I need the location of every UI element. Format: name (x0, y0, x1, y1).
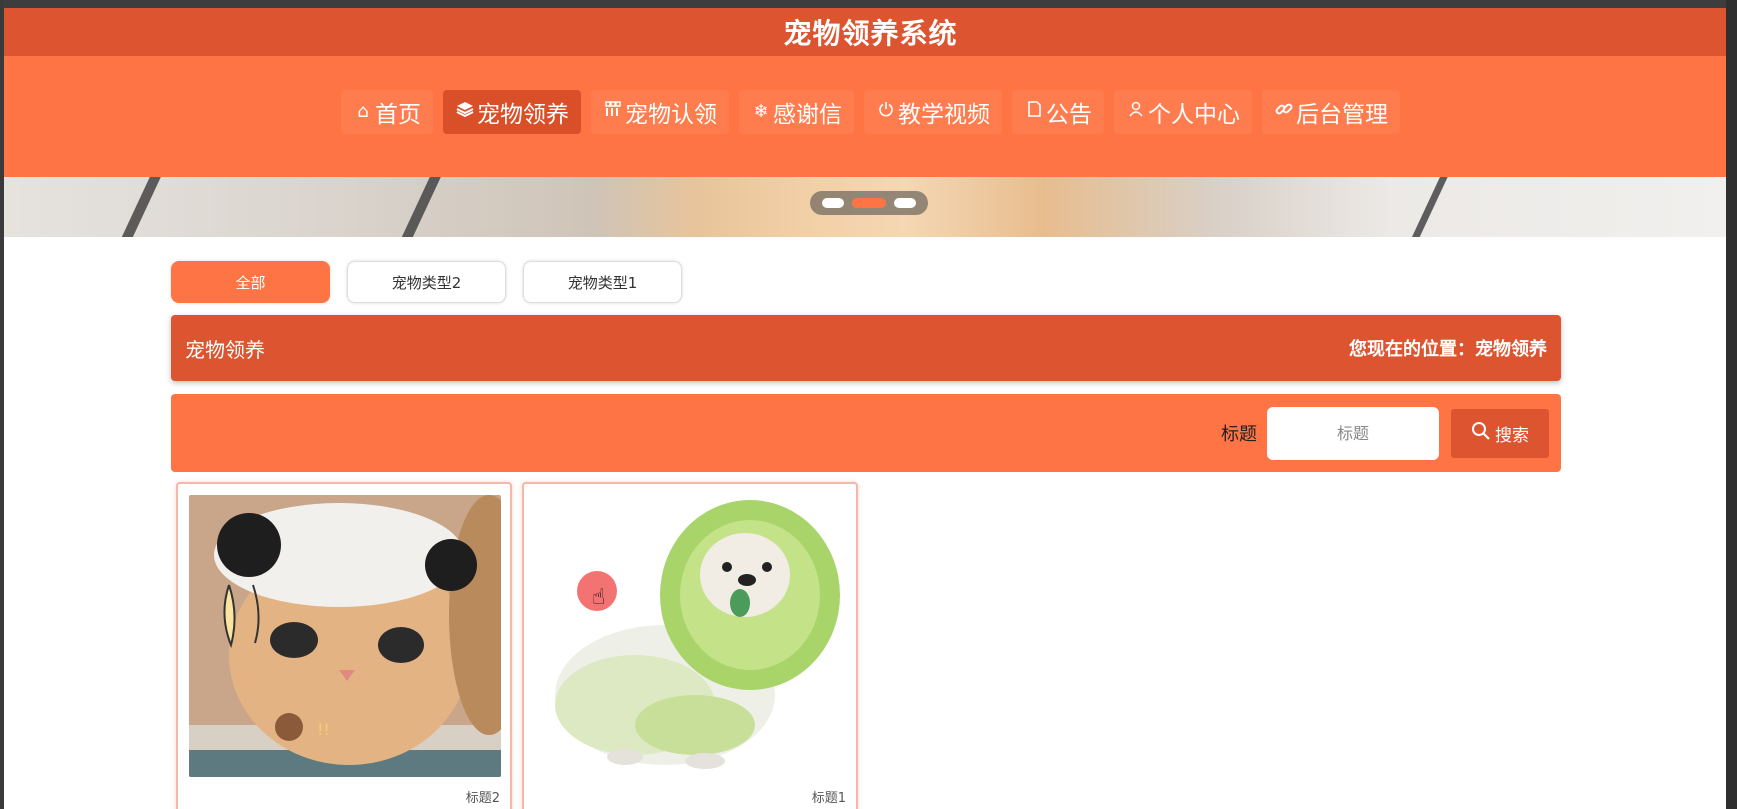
banner-stripe (391, 177, 447, 237)
svg-text:!!: !! (317, 720, 330, 739)
nav-item-pet-claim[interactable]: 宠物认领 (591, 89, 729, 134)
nav-item-pet-adoption[interactable]: 宠物领养 (443, 89, 581, 134)
filter-all[interactable]: 全部 (171, 261, 330, 303)
site-header: 宠物领养系统 (4, 8, 1737, 56)
banner-stripe (1401, 177, 1454, 237)
carousel-indicators (810, 191, 928, 215)
pet-card-list: !! 标题2 标题1 (176, 482, 858, 809)
breadcrumb: 宠物领养 您现在的位置：宠物领养 (171, 315, 1561, 381)
current-location: 您现在的位置：宠物领养 (1349, 339, 1547, 360)
pet-card[interactable]: !! 标题2 (176, 482, 512, 809)
pet-image-cat: !! (189, 495, 501, 777)
window-top-strip (0, 0, 1737, 8)
nav-item-label: 宠物认领 (625, 101, 717, 128)
pet-card-title: 标题1 (811, 791, 846, 806)
nav-item-home[interactable]: ⌂ 首页 (341, 89, 433, 134)
search-bar: 标题 搜索 (171, 394, 1561, 472)
nav-item-label: 首页 (375, 101, 421, 128)
filter-pet-type-1[interactable]: 宠物类型1 (523, 261, 682, 303)
search-label: 标题 (1221, 424, 1257, 445)
carousel-dot[interactable] (894, 198, 916, 208)
grid-icon (603, 101, 623, 122)
nav-item-announcements[interactable]: 公告 (1012, 89, 1104, 134)
search-input[interactable] (1267, 406, 1439, 460)
search-icon (1471, 421, 1491, 446)
pet-card[interactable]: 标题1 (522, 482, 858, 809)
nav-item-admin[interactable]: 后台管理 (1262, 89, 1400, 134)
nav-item-label: 后台管理 (1296, 101, 1388, 128)
home-icon: ⌂ (357, 101, 369, 122)
section-title: 宠物领养 (185, 337, 265, 362)
carousel-dot-active[interactable] (852, 198, 886, 208)
banner-stripe (111, 177, 167, 237)
banner-carousel (4, 177, 1737, 237)
site-title: 宠物领养系统 (783, 17, 958, 50)
window-right-edge (1726, 0, 1737, 809)
note-icon (1024, 101, 1044, 122)
nav-item-label: 感谢信 (773, 101, 842, 128)
filter-pet-type-2[interactable]: 宠物类型2 (347, 261, 506, 303)
nav-item-label: 个人中心 (1148, 101, 1240, 128)
nav-item-label: 教学视频 (898, 101, 990, 128)
hand-pointer-icon: ☝ (592, 585, 606, 610)
nav-item-personal-center[interactable]: 个人中心 (1114, 89, 1252, 134)
carousel-dot[interactable] (822, 198, 844, 208)
snowflake-icon: ❄ (753, 101, 769, 122)
nav-item-label: 宠物领养 (477, 101, 569, 128)
pet-image-cabbage-dog (535, 495, 847, 777)
pet-card-title: 标题2 (465, 791, 500, 806)
nav-item-label: 公告 (1046, 101, 1092, 128)
link-icon (1274, 100, 1294, 123)
layers-icon (455, 101, 475, 122)
search-button-label: 搜索 (1495, 425, 1529, 446)
nav-item-thank-you-letters[interactable]: ❄ 感谢信 (739, 89, 854, 134)
page: 宠物领养系统 ⌂ 首页 宠物领养 宠物认领 ❄ 感谢信 教学视频 公告 个人中心… (4, 8, 1737, 809)
user-icon (1126, 101, 1146, 122)
power-icon (876, 101, 896, 122)
search-button[interactable]: 搜索 (1451, 408, 1549, 458)
category-filters: 全部 宠物类型2 宠物类型1 (171, 261, 682, 303)
main-nav: ⌂ 首页 宠物领养 宠物认领 ❄ 感谢信 教学视频 公告 个人中心 后台管理 (4, 56, 1737, 177)
nav-item-teaching-videos[interactable]: 教学视频 (864, 89, 1002, 134)
